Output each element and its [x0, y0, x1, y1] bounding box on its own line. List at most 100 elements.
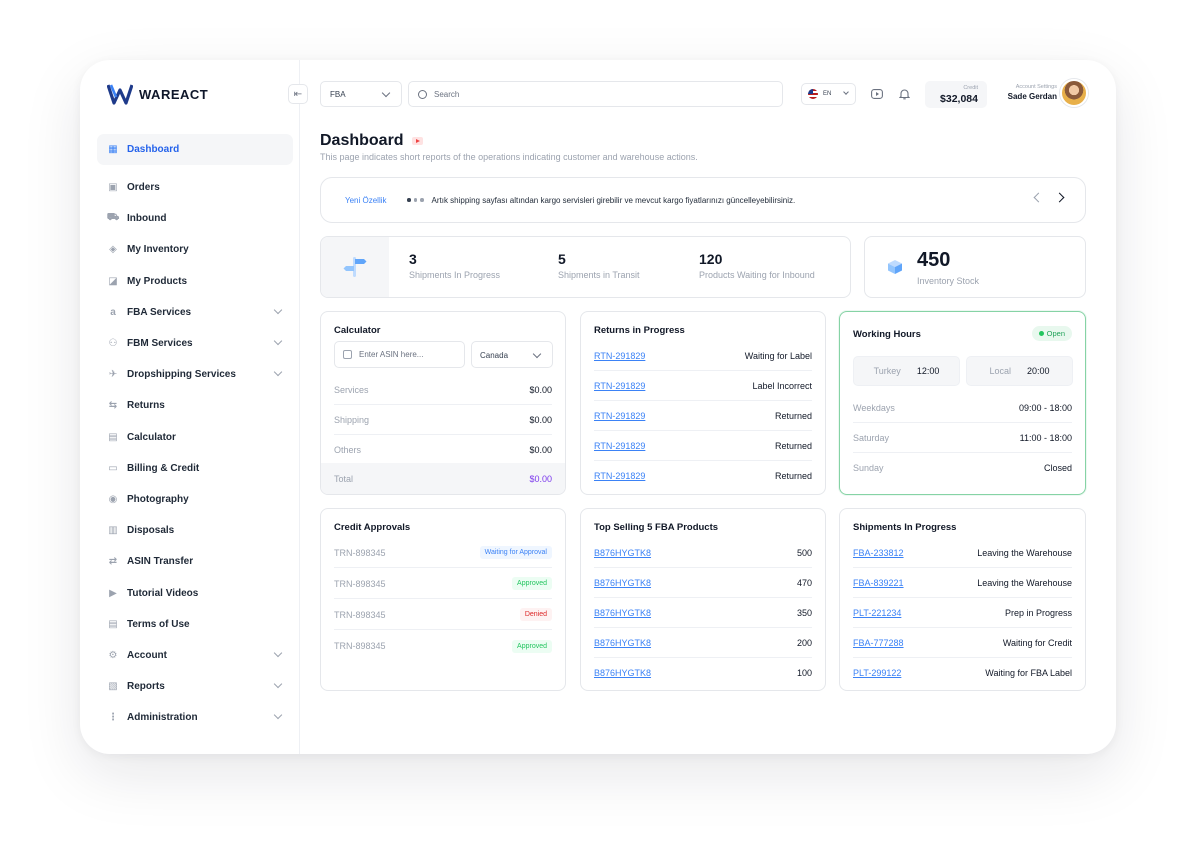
cube-icon	[888, 260, 902, 274]
asin-input[interactable]: Enter ASIN here...	[334, 341, 465, 368]
sidebar-item-label: Account	[127, 649, 167, 661]
avatar[interactable]	[1060, 79, 1088, 107]
inventory-stock-card[interactable]: 450 Inventory Stock	[864, 236, 1086, 298]
credit-balance[interactable]: Credit $32,084	[925, 81, 987, 108]
account-settings[interactable]: Account Settings Sade Gerdan	[1000, 84, 1057, 101]
account-name: Sade Gerdan	[1007, 92, 1057, 101]
country-value: Canada	[480, 351, 509, 360]
table-row: B876HYGTK8 100	[594, 658, 812, 688]
youtube-icon[interactable]	[870, 87, 884, 101]
sidebar-item-my-products[interactable]: ◪ My Products	[97, 266, 293, 297]
account-settings-label: Account Settings	[1015, 84, 1057, 90]
ticker-tag[interactable]: Yeni Özellik	[345, 196, 407, 205]
search-icon	[418, 89, 427, 99]
hours-day: Sunday	[853, 463, 884, 473]
country-select[interactable]: Canada	[471, 341, 553, 368]
sidebar-item-calculator[interactable]: ▤ Calculator	[97, 422, 293, 453]
sidebar-item-fbm-services[interactable]: ⚇ FBM Services	[97, 328, 293, 359]
truck-icon: ⛟	[106, 212, 120, 224]
total-label: Total	[334, 473, 354, 484]
chevron-right-icon[interactable]	[1054, 192, 1065, 203]
sidebar-item-account[interactable]: ⚙ Account	[97, 640, 293, 671]
sidebar-item-my-inventory[interactable]: ◈ My Inventory	[97, 234, 293, 265]
sidebar-item-reports[interactable]: ▧ Reports	[97, 671, 293, 702]
sidebar-item-terms-of-use[interactable]: ▤ Terms of Use	[97, 609, 293, 640]
chevron-down-icon[interactable]	[273, 679, 283, 689]
brand-name: WAREACT	[139, 86, 209, 102]
return-id-link[interactable]: RTN-291829	[594, 351, 645, 361]
chevron-down-icon[interactable]	[273, 710, 283, 720]
shipment-id-link[interactable]: PLT-299122	[853, 668, 901, 678]
chevron-left-icon[interactable]	[1033, 192, 1044, 203]
stat-shipments-in-progress[interactable]: 3 Shipments In Progress	[409, 251, 500, 280]
shipment-id-link[interactable]: FBA-839221	[853, 578, 904, 588]
sidebar-item-inbound[interactable]: ⛟ Inbound	[97, 203, 293, 234]
page-title-text: Dashboard	[320, 132, 404, 149]
ticker-message: Artık shipping sayfası altından kargo se…	[431, 195, 796, 205]
credit-approvals-card: Credit Approvals TRN-898345 Waiting for A…	[320, 508, 566, 691]
transaction-id: TRN-898345	[334, 641, 386, 651]
status-badge: Approved	[512, 577, 552, 590]
service-select[interactable]: FBA	[320, 81, 402, 107]
card-title: Calculator	[334, 325, 381, 336]
return-id-link[interactable]: RTN-291829	[594, 381, 645, 391]
asin-link[interactable]: B876HYGTK8	[594, 638, 651, 648]
sidebar-item-label: Orders	[127, 182, 160, 194]
sidebar-item-dropshipping-services[interactable]: ✈ Dropshipping Services	[97, 359, 293, 390]
stat-shipments-in-transit[interactable]: 5 Shipments in Transit	[558, 251, 640, 280]
return-status: Returned	[774, 410, 812, 421]
table-row: TRN-898345 Waiting for Approval	[334, 538, 552, 568]
asin-link[interactable]: B876HYGTK8	[594, 548, 651, 558]
collapse-icon: ⇤	[293, 88, 303, 100]
sidebar-item-label: Photography	[127, 493, 189, 505]
shipment-id-link[interactable]: FBA-777288	[853, 638, 904, 648]
stat-products-waiting[interactable]: 120 Products Waiting for Inbound	[699, 251, 815, 280]
table-row: FBA-777288 Waiting for Credit	[853, 628, 1072, 658]
sidebar-item-label: ASIN Transfer	[127, 556, 194, 568]
sidebar-item-tutorial-videos[interactable]: ▶ Tutorial Videos	[97, 577, 293, 608]
return-id-link[interactable]: RTN-291829	[594, 471, 645, 481]
chevron-down-icon[interactable]	[273, 648, 283, 658]
table-row: FBA-233812 Leaving the Warehouse	[853, 538, 1072, 568]
video-tutorial-icon[interactable]	[411, 137, 423, 145]
language-select[interactable]: EN	[801, 83, 856, 105]
sidebar-item-photography[interactable]: ◉ Photography	[97, 484, 293, 515]
sidebar-item-dashboard[interactable]: ▦ Dashboard	[97, 134, 293, 165]
topbar: FBA Search EN Credit $32,084 Account Set…	[320, 79, 1090, 108]
working-hours-card: Working Hours Open Turkey 12:00 Local 20…	[839, 311, 1086, 495]
bell-icon[interactable]	[897, 87, 911, 101]
gear-icon: ⚙	[108, 649, 118, 661]
shipment-id-link[interactable]: FBA-233812	[853, 548, 904, 558]
chevron-down-icon	[381, 88, 391, 98]
status-badge: Approved	[512, 639, 552, 653]
ticker-dots[interactable]	[407, 198, 424, 202]
hours-row: Weekdays 09:00 - 18:00	[853, 393, 1072, 423]
shipment-id-link[interactable]: PLT-221234	[853, 608, 901, 618]
sidebar-item-billing-credit[interactable]: ▭ Billing & Credit	[97, 453, 293, 484]
collapse-sidebar-button[interactable]: ⇤	[288, 84, 308, 104]
chevron-down-icon[interactable]	[273, 367, 283, 377]
return-id-link[interactable]: RTN-291829	[594, 441, 645, 451]
sidebar-item-administration[interactable]: ⋮ Administration	[97, 702, 293, 733]
sidebar-item-orders[interactable]: ▣ Orders	[97, 172, 293, 203]
asin-link[interactable]: B876HYGTK8	[594, 578, 651, 588]
calc-row: Others $0.00	[334, 435, 552, 465]
hierarchy-icon: ⋮	[108, 712, 118, 724]
sidebar-item-asin-transfer[interactable]: ⇄ ASIN Transfer	[97, 546, 293, 577]
search-input[interactable]: Search	[408, 81, 783, 107]
table-row: RTN-291829 Waiting for Label	[594, 341, 812, 371]
sidebar-item-disposals[interactable]: ▥ Disposals	[97, 515, 293, 546]
chevron-down-icon[interactable]	[273, 336, 283, 346]
status-badge: Waiting for Approval	[479, 546, 552, 559]
sidebar-item-returns[interactable]: ⇆ Returns	[97, 390, 293, 421]
chevron-down-icon[interactable]	[273, 305, 283, 314]
status-dot-icon	[1038, 331, 1044, 336]
asin-link[interactable]: B876HYGTK8	[594, 608, 651, 618]
asin-link[interactable]: B876HYGTK8	[594, 668, 651, 678]
sidebar-item-fba-services[interactable]: a FBA Services	[97, 297, 293, 328]
app-window: WAREACT ⇤ ▦ Dashboard ▣ Orders ⛟ Inbound ◈ My I…	[80, 60, 1116, 754]
shipment-status: Waiting for Credit	[1002, 637, 1072, 648]
users-icon: ⚇	[108, 338, 118, 350]
return-id-link[interactable]: RTN-291829	[594, 411, 645, 421]
brand-logo[interactable]: WAREACT	[107, 82, 208, 106]
